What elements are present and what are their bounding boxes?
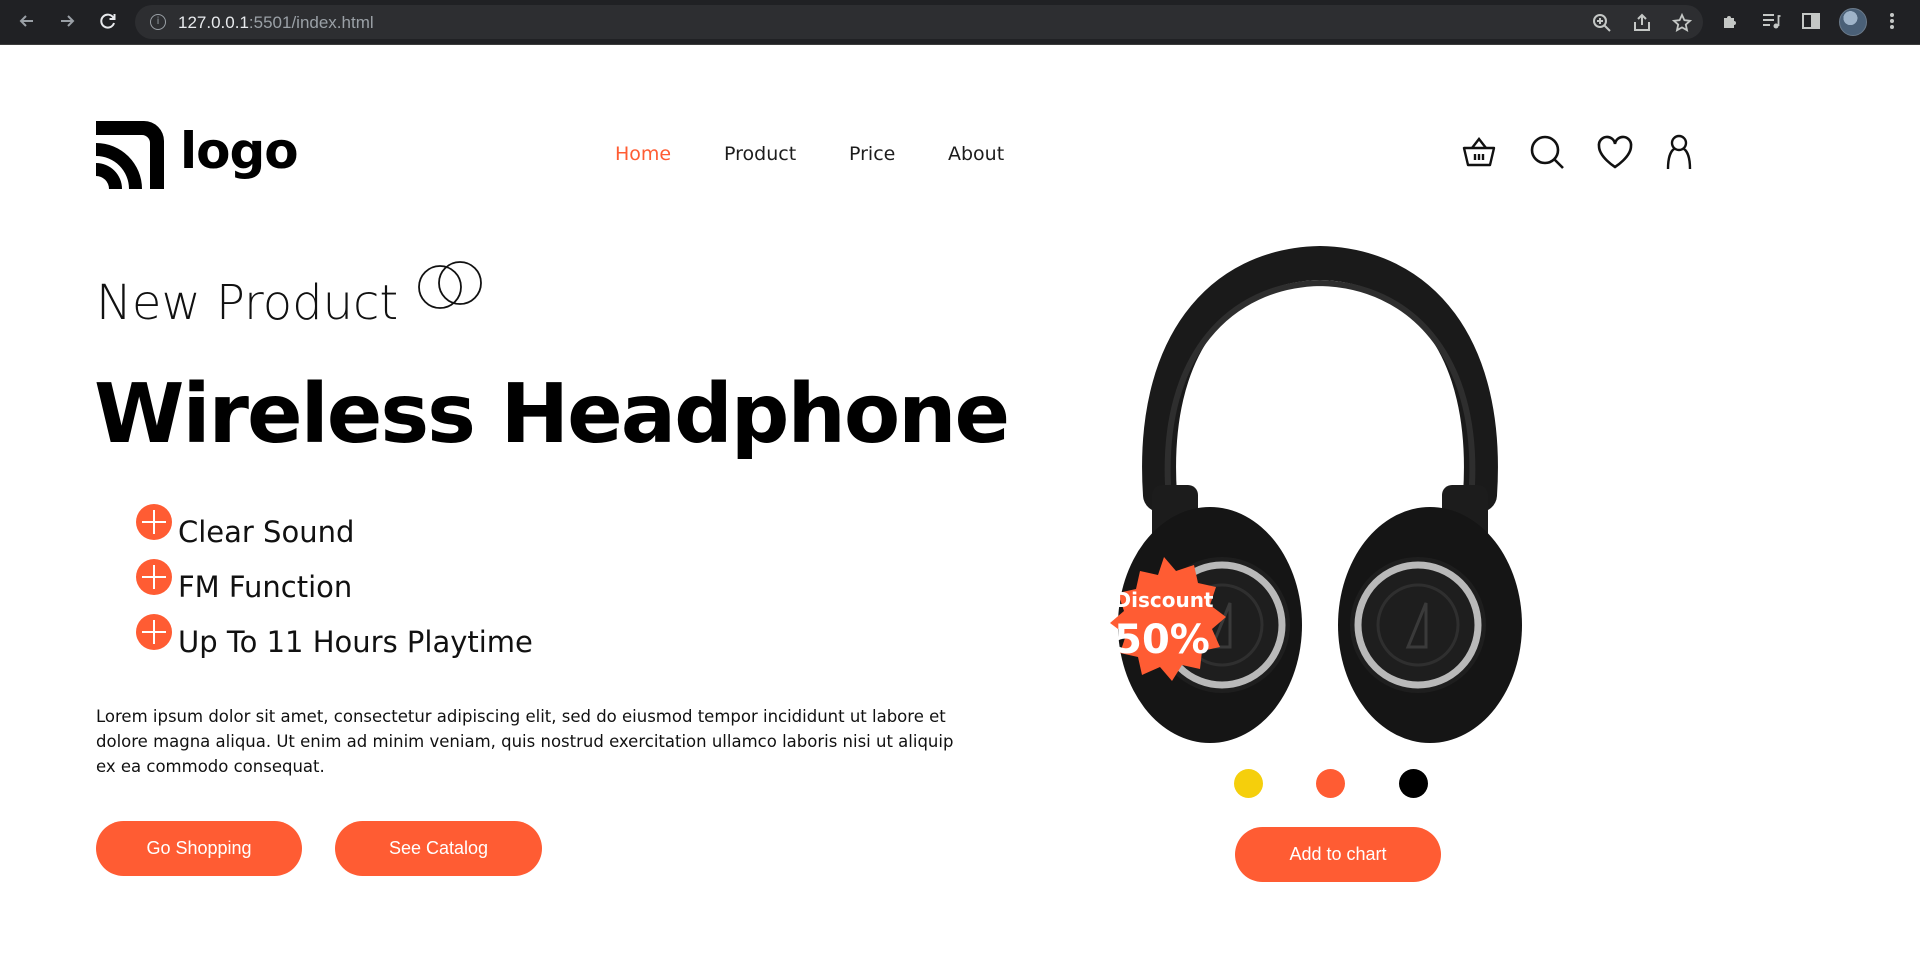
color-swatch-yellow[interactable] [1234,769,1263,798]
headphone-image: Discount 50% [1110,245,1522,743]
eyebrow: New Product [96,261,488,333]
color-swatch-black[interactable] [1399,769,1428,798]
plus-icon [136,504,172,540]
browser-toolbar: i 127.0.0.1:5501/index.html [0,0,1920,45]
hero-title: Wireless Headphone [94,367,1010,462]
go-shopping-button[interactable]: Go Shopping [96,821,302,876]
side-panel-icon[interactable] [1800,10,1822,32]
discount-label: Discount [1115,588,1214,612]
menu-kebab-icon[interactable] [1881,10,1903,32]
profile-avatar[interactable] [1839,8,1867,36]
header-actions [0,133,1920,173]
bookmark-star-icon[interactable] [1671,12,1693,33]
forward-icon[interactable] [55,9,79,33]
color-swatch-orange[interactable] [1316,769,1345,798]
plus-icon [136,614,172,650]
address-bar[interactable]: i 127.0.0.1:5501/index.html [135,5,1703,39]
user-icon[interactable] [1660,133,1698,171]
feature-item: Up To 11 Hours Playtime [136,614,533,670]
basket-icon[interactable] [1460,133,1498,171]
rings-icon [418,261,483,309]
url-text: 127.0.0.1:5501/index.html [178,13,374,32]
back-icon[interactable] [15,9,39,33]
hero-description: Lorem ipsum dolor sit amet, consectetur … [96,707,954,776]
search-icon[interactable] [1528,133,1566,171]
site-info-icon[interactable]: i [150,14,166,30]
feature-label: FM Function [178,570,353,604]
plus-icon [136,559,172,595]
feature-list: Clear Sound FM Function Up To 11 Hours P… [136,504,533,670]
zoom-icon[interactable] [1592,13,1612,33]
extensions-icon[interactable] [1720,10,1742,32]
reload-icon[interactable] [96,9,120,33]
eyebrow-text: New Product [96,275,399,331]
landing-page: logo Home Product Price About New Produc… [0,45,1920,976]
feature-label: Clear Sound [178,515,355,549]
discount-value: 50% [1114,617,1210,663]
media-queue-icon[interactable] [1760,10,1782,32]
share-icon[interactable] [1632,13,1652,33]
feature-item: Clear Sound [136,504,533,560]
feature-label: Up To 11 Hours Playtime [178,625,533,659]
feature-item: FM Function [136,559,533,615]
add-to-cart-button[interactable]: Add to chart [1235,827,1441,882]
see-catalog-button[interactable]: See Catalog [335,821,542,876]
heart-icon[interactable] [1596,133,1634,171]
